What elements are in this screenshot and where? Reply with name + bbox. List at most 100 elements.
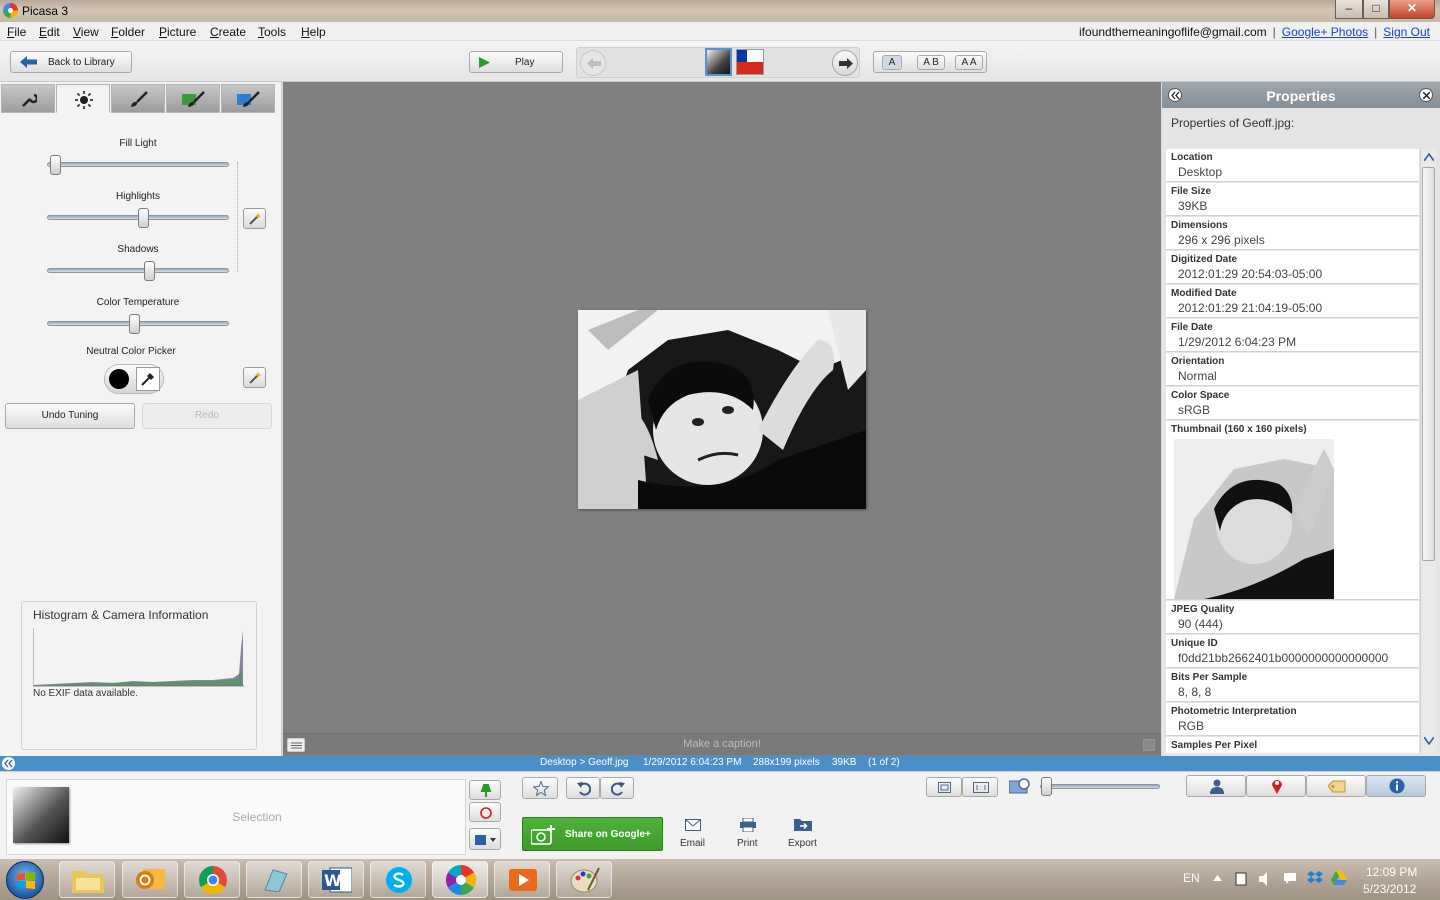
tab-tuning[interactable] bbox=[56, 84, 110, 113]
taskbar-media-player[interactable] bbox=[494, 861, 550, 898]
undo-tuning-button[interactable]: Undo Tuning bbox=[5, 403, 135, 429]
scroll-down-icon[interactable] bbox=[1424, 737, 1434, 745]
zoom-slider[interactable] bbox=[1040, 784, 1160, 789]
brush-blue-icon bbox=[237, 91, 261, 109]
redo-button[interactable]: Redo bbox=[142, 403, 272, 429]
caption-delete-icon[interactable] bbox=[1143, 739, 1155, 751]
menu-help[interactable]: Help bbox=[301, 25, 326, 39]
taskbar-app-4[interactable] bbox=[246, 861, 302, 898]
maximize-button[interactable]: □ bbox=[1363, 0, 1389, 19]
view-compare-button[interactable]: A B bbox=[917, 55, 945, 70]
filmstrip-thumb-flag[interactable] bbox=[736, 49, 764, 75]
scroll-up-icon[interactable] bbox=[1424, 153, 1434, 161]
tab-effects-3[interactable] bbox=[221, 84, 275, 113]
slider-group-bracket bbox=[237, 162, 239, 272]
highlights-thumb[interactable] bbox=[137, 208, 149, 228]
taskbar-outlook[interactable] bbox=[122, 861, 178, 898]
language-indicator[interactable]: EN bbox=[1183, 871, 1200, 885]
menu-view[interactable]: View bbox=[73, 25, 99, 39]
neutral-color-swatch bbox=[104, 364, 164, 394]
tray-expand-icon[interactable] bbox=[1213, 875, 1222, 881]
eyedropper-button[interactable] bbox=[136, 367, 160, 391]
taskbar-paint[interactable] bbox=[556, 861, 612, 898]
sign-out-link[interactable]: Sign Out bbox=[1383, 25, 1430, 39]
star-button[interactable] bbox=[522, 777, 558, 799]
prop-key: Orientation bbox=[1171, 356, 1225, 367]
minimize-button[interactable]: – bbox=[1335, 0, 1363, 19]
fill-light-thumb[interactable] bbox=[50, 155, 62, 175]
clock-date[interactable]: 5/23/2012 bbox=[1363, 882, 1416, 896]
magic-wand-icon bbox=[248, 371, 262, 385]
google-photos-link[interactable]: Google+ Photos bbox=[1282, 25, 1368, 39]
dropbox-icon[interactable] bbox=[1307, 871, 1323, 885]
taskbar-explorer[interactable] bbox=[59, 861, 115, 898]
view-single-button[interactable]: A bbox=[882, 55, 902, 70]
taskbar-skype[interactable] bbox=[370, 861, 426, 898]
next-photo-button[interactable] bbox=[832, 50, 858, 76]
brush-green-icon bbox=[182, 91, 206, 109]
thumbnail-image bbox=[1174, 439, 1334, 599]
menu-picture[interactable]: Picture bbox=[159, 25, 196, 39]
actual-size-button[interactable] bbox=[962, 777, 998, 797]
rotate-left-button[interactable] bbox=[566, 777, 600, 799]
rotate-right-button[interactable] bbox=[600, 777, 634, 799]
skype-icon bbox=[385, 866, 413, 894]
people-button[interactable] bbox=[1186, 775, 1246, 797]
prop-key: File Size bbox=[1171, 186, 1212, 197]
menu-create[interactable]: Create bbox=[210, 25, 246, 39]
fit-view-button[interactable] bbox=[926, 777, 962, 797]
scrollbar-thumb[interactable] bbox=[1422, 167, 1435, 561]
tab-effects[interactable] bbox=[111, 84, 165, 113]
prop-photometric: Photometric Interpretation RGB bbox=[1166, 703, 1419, 736]
main-photo[interactable] bbox=[578, 310, 866, 509]
google-drive-icon[interactable] bbox=[1331, 871, 1347, 885]
taskbar-chrome[interactable] bbox=[184, 861, 240, 898]
properties-scrollbar[interactable] bbox=[1420, 149, 1436, 753]
fill-light-slider[interactable] bbox=[47, 162, 229, 167]
share-google-plus-button[interactable]: Share on Google+ bbox=[522, 817, 663, 851]
add-to-album-button[interactable] bbox=[469, 828, 501, 850]
filmstrip-thumb-current[interactable] bbox=[705, 48, 732, 76]
rotate-left-icon bbox=[577, 781, 591, 796]
tag-icon bbox=[1328, 780, 1346, 793]
hold-selection-button[interactable] bbox=[469, 780, 501, 800]
word-icon: W bbox=[322, 866, 352, 894]
menu-tools[interactable]: Tools bbox=[258, 25, 286, 39]
menu-edit[interactable]: Edit bbox=[39, 25, 60, 39]
print-button[interactable]: Print bbox=[734, 816, 764, 852]
highlights-label: Highlights bbox=[116, 191, 160, 202]
export-button[interactable]: Export bbox=[786, 816, 822, 852]
start-button[interactable] bbox=[6, 861, 44, 899]
places-button[interactable] bbox=[1246, 775, 1306, 797]
clear-selection-button[interactable] bbox=[469, 802, 501, 822]
tray-device-icon[interactable] bbox=[1235, 872, 1247, 886]
close-button[interactable]: ✕ bbox=[1389, 0, 1435, 19]
caption-input[interactable]: Make a caption! bbox=[283, 738, 1161, 750]
play-button[interactable]: Play bbox=[469, 51, 563, 73]
shadows-thumb[interactable] bbox=[144, 261, 156, 281]
tab-basic-fixes[interactable] bbox=[1, 84, 55, 113]
tags-button[interactable] bbox=[1306, 775, 1366, 797]
properties-info-button[interactable] bbox=[1366, 775, 1426, 797]
taskbar-word[interactable]: W bbox=[308, 861, 364, 898]
clock-time[interactable]: 12:09 PM bbox=[1366, 865, 1417, 879]
back-to-library-button[interactable]: Back to Library bbox=[10, 51, 132, 73]
auto-color-button[interactable] bbox=[243, 367, 266, 388]
close-panel-button[interactable] bbox=[1419, 88, 1433, 102]
menu-folder[interactable]: Folder bbox=[111, 25, 145, 39]
map-pin-icon bbox=[1271, 778, 1283, 794]
color-temperature-thumb[interactable] bbox=[129, 314, 141, 334]
previous-photo-button[interactable] bbox=[580, 50, 606, 76]
taskbar-picasa[interactable] bbox=[432, 861, 488, 898]
zoom-slider-thumb[interactable] bbox=[1041, 777, 1052, 796]
email-button[interactable]: Email bbox=[676, 816, 710, 852]
auto-contrast-button[interactable] bbox=[243, 208, 266, 229]
volume-icon[interactable] bbox=[1259, 872, 1273, 886]
prop-key: Color Space bbox=[1171, 390, 1230, 401]
tray-toggle-button[interactable] bbox=[2, 757, 15, 770]
action-center-icon[interactable] bbox=[1283, 872, 1297, 885]
menu-file[interactable]: File bbox=[7, 25, 26, 39]
tab-effects-2[interactable] bbox=[166, 84, 220, 113]
shadows-slider[interactable] bbox=[47, 268, 229, 273]
view-before-after-button[interactable]: A A bbox=[955, 55, 983, 70]
